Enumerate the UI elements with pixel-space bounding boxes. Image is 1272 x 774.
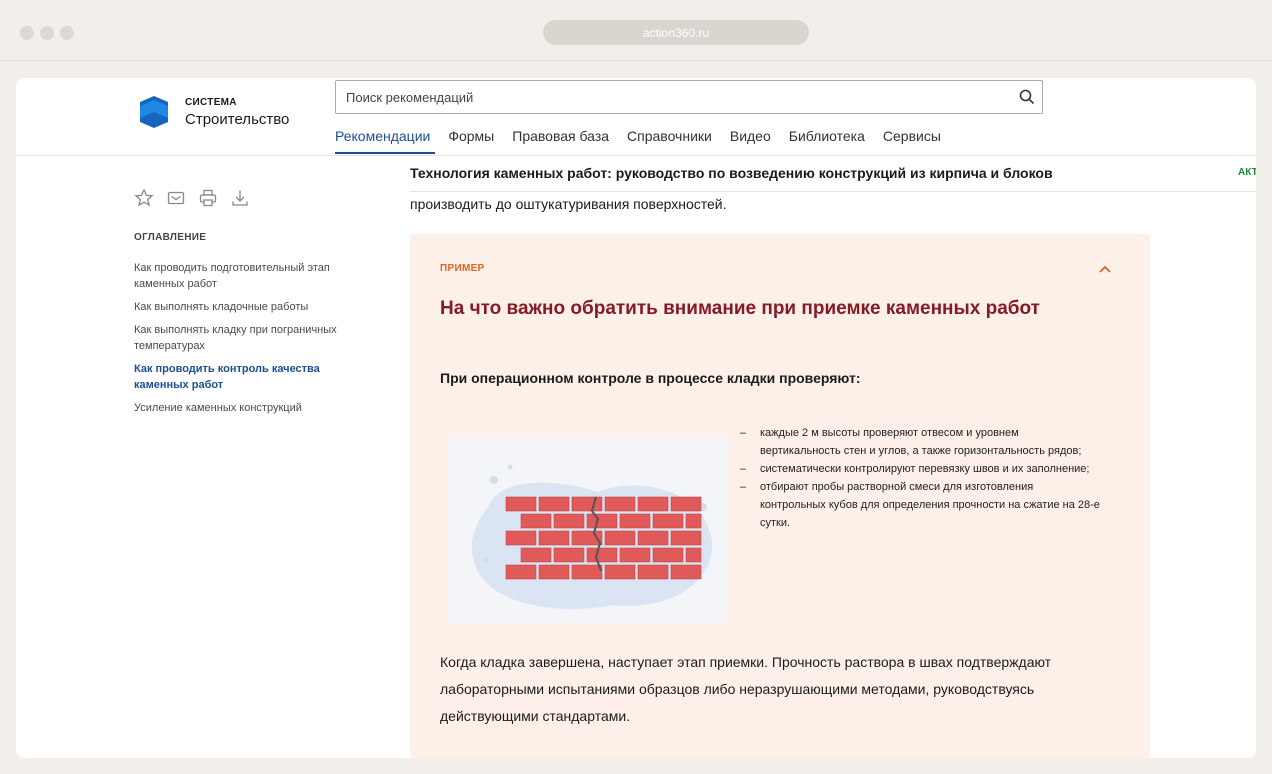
nav-services[interactable]: Сервисы bbox=[883, 128, 941, 144]
search-input[interactable] bbox=[336, 82, 1012, 112]
nav-references[interactable]: Справочники bbox=[627, 128, 712, 144]
brick bbox=[619, 547, 651, 563]
body-paragraph: производить до оштукатуривания поверхнос… bbox=[410, 196, 727, 212]
brick bbox=[505, 496, 537, 512]
search-icon[interactable] bbox=[1012, 82, 1042, 112]
brick bbox=[604, 564, 636, 580]
brick bbox=[670, 530, 702, 546]
url-text: action360.ru bbox=[642, 25, 710, 40]
list-item-text: каждые 2 м высоты проверяют отвесом и ур… bbox=[760, 427, 1082, 457]
window-dot-minimize[interactable] bbox=[40, 26, 54, 40]
window-dot-close[interactable] bbox=[20, 26, 34, 40]
nav-video[interactable]: Видео bbox=[730, 128, 771, 144]
example-title: На что важно обратить внимание при прием… bbox=[440, 298, 1040, 319]
brick bbox=[652, 547, 684, 563]
nav-active-indicator bbox=[335, 152, 435, 154]
toc-item[interactable]: Как проводить подготовительный этап каме… bbox=[134, 260, 349, 292]
brick bbox=[538, 496, 570, 512]
brick bbox=[571, 564, 603, 580]
example-label: ПРИМЕР bbox=[440, 263, 485, 274]
toc-item[interactable]: Как выполнять кладочные работы bbox=[134, 299, 349, 315]
star-icon[interactable] bbox=[134, 188, 154, 208]
print-icon[interactable] bbox=[198, 188, 218, 208]
table-of-contents: Как проводить подготовительный этап каме… bbox=[134, 260, 349, 423]
mail-icon[interactable] bbox=[166, 188, 186, 208]
list-item: – отбирают пробы растворной смеси для изг… bbox=[740, 481, 1100, 529]
brick bbox=[553, 547, 585, 563]
toc-heading: ОГЛАВЛЕНИЕ bbox=[134, 232, 207, 243]
brick bbox=[505, 564, 537, 580]
list-item: – систематически контролируют перевязку ш… bbox=[740, 463, 1090, 475]
nav-recommendations[interactable]: Рекомендации bbox=[335, 128, 430, 144]
brick bbox=[637, 530, 669, 546]
brick bbox=[652, 513, 684, 529]
main-nav: Рекомендации Формы Правовая база Справоч… bbox=[335, 128, 941, 144]
brick bbox=[685, 547, 702, 563]
logo-subtitle: СИСТЕМА bbox=[185, 96, 237, 108]
brick bbox=[553, 513, 585, 529]
brick bbox=[538, 530, 570, 546]
nav-library[interactable]: Библиотека bbox=[789, 128, 865, 144]
page-window: СИСТЕМА Строительство Рекомендации Формы… bbox=[16, 78, 1256, 758]
download-icon[interactable] bbox=[230, 188, 250, 208]
brick bbox=[586, 513, 618, 529]
brick bbox=[637, 564, 669, 580]
brick bbox=[619, 513, 651, 529]
brick bbox=[586, 547, 618, 563]
status-badge: АКТ bbox=[1238, 167, 1256, 178]
toc-item[interactable]: Усиление каменных конструкций bbox=[134, 400, 349, 416]
list-item-text: систематически контролируют перевязку шв… bbox=[760, 463, 1090, 475]
list-item: – каждые 2 м высоты проверяют отвесом и у… bbox=[740, 427, 1082, 457]
browser-divider bbox=[0, 60, 1272, 61]
brick bbox=[604, 530, 636, 546]
window-controls bbox=[20, 26, 74, 40]
logo-title: Строительство bbox=[185, 110, 290, 128]
brick-wall-illustration bbox=[448, 437, 728, 623]
logo[interactable]: СИСТЕМА Строительство bbox=[136, 94, 289, 130]
brick bbox=[571, 496, 603, 512]
closing-paragraph: Когда кладка завершена, наступает этап п… bbox=[440, 654, 1052, 724]
doc-toolbar bbox=[134, 188, 250, 208]
list-item-text: отбирают пробы растворной смеси для изго… bbox=[760, 481, 1100, 529]
nav-legal-base[interactable]: Правовая база bbox=[512, 128, 609, 144]
brick bbox=[538, 564, 570, 580]
brick bbox=[604, 496, 636, 512]
nav-forms[interactable]: Формы bbox=[448, 128, 494, 144]
search-box bbox=[335, 80, 1043, 114]
brick bbox=[520, 513, 552, 529]
title-divider bbox=[410, 191, 1256, 192]
chevron-up-icon[interactable] bbox=[1098, 262, 1112, 276]
window-dot-maximize[interactable] bbox=[60, 26, 74, 40]
brick bbox=[520, 547, 552, 563]
bullet-list: – каждые 2 м высоты проверяют отвесом и у… bbox=[740, 424, 1100, 532]
brick bbox=[670, 564, 702, 580]
brick bbox=[670, 496, 702, 512]
brick bbox=[637, 496, 669, 512]
toc-item-active[interactable]: Как проводить контроль качества каменных… bbox=[134, 361, 349, 393]
brick bbox=[505, 530, 537, 546]
url-bar[interactable]: action360.ru bbox=[543, 20, 809, 45]
example-block: ПРИМЕР На что важно обратить внимание пр… bbox=[410, 234, 1150, 758]
document-title: Технология каменных работ: руководство п… bbox=[410, 165, 1053, 181]
toc-item[interactable]: Как выполнять кладку при пограничных тем… bbox=[134, 322, 349, 354]
example-subtitle: При операционном контроле в процессе кла… bbox=[440, 370, 861, 386]
logo-icon bbox=[140, 96, 168, 128]
header-divider bbox=[16, 155, 1256, 156]
brick bbox=[685, 513, 702, 529]
